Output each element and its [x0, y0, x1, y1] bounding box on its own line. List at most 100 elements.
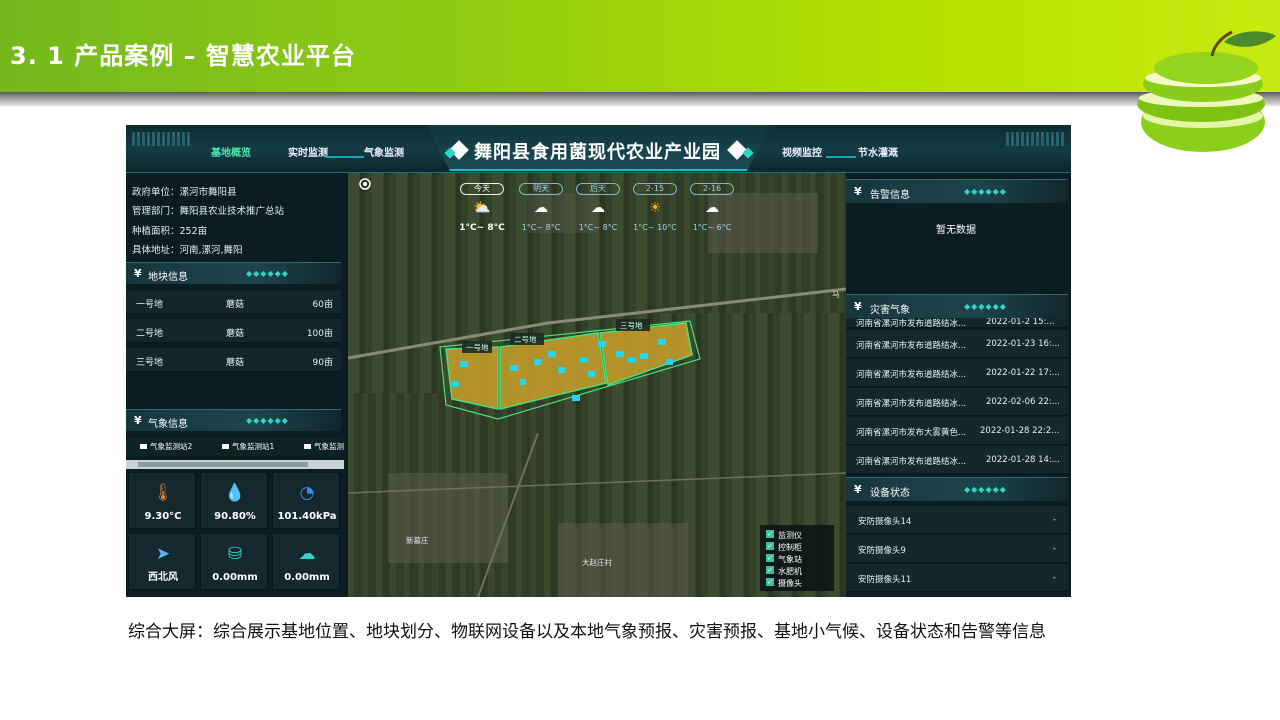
forecast-2-16[interactable]: 2-16 ☁ 1°C~ 6°C: [686, 183, 738, 235]
device-section-header: ¥ 设备状态 ◆◆◆◆◆◆: [846, 477, 1068, 501]
legend-weather-station[interactable]: 气象站: [766, 554, 802, 565]
forecast-day: 今天: [460, 183, 504, 195]
table-row[interactable]: 二号地 蘑菇 100亩: [126, 319, 341, 343]
forecast-temp: 1°C~ 6°C: [692, 223, 732, 232]
header-band: 3. 1 产品案例 – 智慧农业平台: [0, 0, 1280, 92]
map-legend: 监测仪 控制柜 气象站 水肥机 摄像头: [760, 525, 834, 591]
list-item[interactable]: 河南省漯河市发布道路结冰... 2022-01-23 16:...: [846, 330, 1068, 358]
map-label-plot2: 二号地: [514, 335, 537, 344]
forecast-2-15[interactable]: 2-15 ☀ 1°C~ 10°C: [629, 183, 681, 235]
nav-realtime-monitor[interactable]: 实时监测: [288, 144, 328, 159]
topbar-decoration: [132, 132, 192, 146]
tab-station-1[interactable]: 气象监测站1: [222, 441, 274, 452]
list-item[interactable]: 河南省漯河市发布道路结冰... 2022-01-22 17:...: [846, 359, 1068, 387]
forecast-today[interactable]: 今天 ⛅ 1°C~ 8°C: [456, 183, 508, 235]
wind-direction-icon: ➤: [155, 544, 171, 564]
thermometer-icon: 🌡: [152, 483, 174, 503]
plots-section-title: 地块信息: [148, 272, 188, 283]
nav-water-irrigation[interactable]: 节水灌溉: [858, 144, 898, 159]
reading-value: 0.00mm: [212, 572, 258, 583]
plot-name: 二号地: [136, 329, 164, 339]
reading-value: 西北风: [148, 572, 178, 583]
info-department: 管理部门：舞阳县农业技术推广总站: [132, 206, 285, 217]
dashboard-screenshot: 基地概览 实时监测 气象监测 舞阳县食用菌现代农业产业园 视频监控 节水灌溉 政…: [126, 125, 1071, 597]
map-label-plot3: 三号地: [620, 321, 643, 330]
device-name: 安防摄像头9: [858, 546, 906, 556]
forecast-day: 2-16: [690, 183, 734, 195]
forecast-temp: 1°C~ 10°C: [633, 223, 677, 232]
rain-gauge-icon: ⛁: [227, 544, 243, 564]
plots-section-header: ¥ 地块信息 ◆◆◆◆◆◆: [126, 262, 341, 284]
apple-icon: [1137, 30, 1276, 152]
snow-icon: ☁: [705, 200, 719, 216]
satellite-map[interactable]: 一号地 二号地 三号地 新墓庄 大赵庄村 马 今天 ⛅ 1°C~ 8°C 明天 …: [348, 173, 846, 597]
scrollbar-thumb[interactable]: [138, 462, 308, 467]
legend-camera[interactable]: 摄像头: [766, 578, 802, 589]
forecast-tomorrow[interactable]: 明天 ☁ 1°C~ 8°C: [515, 183, 567, 235]
disaster-section-title: 灾害气象: [870, 305, 910, 316]
list-item[interactable]: 河南省漯河市发布道路结冰... 2022-02-06 22:...: [846, 388, 1068, 416]
left-panel: 政府单位：漯河市舞阳县 管理部门：舞阳县农业技术推广总站 种植面积：252亩 具…: [126, 173, 348, 597]
pressure-icon: ◔: [299, 483, 315, 503]
disaster-section-header: ¥ 灾害气象 ◆◆◆◆◆◆: [846, 294, 1068, 318]
forecast-day: 后天: [576, 183, 620, 195]
device-section-title: 设备状态: [870, 488, 910, 499]
legend-fertigation[interactable]: 水肥机: [766, 566, 802, 577]
reading-humidity: 💧 90.80%: [200, 472, 268, 529]
topbar-decoration: [1006, 132, 1064, 146]
reading-rainfall: ☁ 0.00mm: [272, 533, 340, 590]
list-item[interactable]: 河南省漯河市发布道路结冰... 2022-01-2 15:...: [846, 318, 1068, 328]
device-name: 安防摄像头11: [858, 575, 912, 585]
list-item[interactable]: 河南省漯河市发布大雾黄色... 2022-01-28 22:2...: [846, 417, 1068, 445]
tab-station-2[interactable]: 气象监测站2: [140, 441, 192, 452]
horizontal-scrollbar[interactable]: [126, 460, 344, 469]
reading-value: 101.40kPa: [277, 511, 337, 522]
right-panel: ¥ 告警信息 ◆◆◆◆◆◆ 暂无数据 ¥ 灾害气象 ◆◆◆◆◆◆ 河南省漯河市发…: [846, 173, 1071, 597]
table-row[interactable]: 三号地 蘑菇 90亩: [126, 348, 341, 372]
map-label-village: 大赵庄村: [582, 558, 612, 567]
nav-video-monitor[interactable]: 视频监控: [782, 144, 822, 159]
disaster-time: 2022-01-28 22:2...: [980, 426, 1060, 436]
legend-monitor[interactable]: 监测仪: [766, 530, 802, 541]
plot-crop: 蘑菇: [226, 358, 245, 368]
plot-area: 60亩: [312, 300, 333, 310]
reading-value: 0.00mm: [284, 572, 330, 583]
slide-title: 3. 1 产品案例 – 智慧农业平台: [10, 42, 356, 70]
nav-base-overview[interactable]: 基地概览: [211, 144, 251, 159]
forecast-day: 明天: [519, 183, 563, 195]
list-item[interactable]: 安防摄像头14 -: [846, 506, 1068, 534]
wheat-icon: ¥: [854, 300, 862, 313]
tab-station-3[interactable]: 气象监测: [304, 441, 344, 452]
dashboard-topbar: 基地概览 实时监测 气象监测 舞阳县食用菌现代农业产业园 视频监控 节水灌溉: [126, 125, 1071, 173]
list-item[interactable]: 河南省漯河市发布道路结冰... 2022-01-28 14:...: [846, 446, 1068, 474]
wheat-icon: ¥: [134, 414, 142, 427]
plot-crop: 蘑菇: [226, 329, 245, 339]
reading-value: 9.30°C: [144, 511, 182, 522]
table-row[interactable]: 一号地 蘑菇 60亩: [126, 290, 341, 314]
reading-pressure: ◔ 101.40kPa: [272, 472, 340, 529]
forecast-temp: 1°C~ 8°C: [521, 223, 561, 232]
legend-control-cabinet[interactable]: 控制柜: [766, 542, 802, 553]
partly-cloudy-icon: ⛅: [473, 200, 491, 216]
forecast-day-after[interactable]: 后天 ☁ 1°C~ 8°C: [572, 183, 624, 235]
device-status: -: [1052, 573, 1056, 583]
nav-underline: [326, 156, 364, 158]
sunny-icon: ☀: [648, 200, 662, 216]
header-shadow: [0, 92, 1280, 106]
nav-weather-monitor[interactable]: 气象监测: [364, 144, 404, 159]
decorative-dots: ◆◆◆◆◆◆: [964, 302, 1007, 311]
weather-section-title: 气象信息: [148, 419, 188, 430]
slide-caption: 综合大屏：综合展示基地位置、地块划分、物联网设备以及本地气象预报、灾害预报、基地…: [128, 622, 1046, 642]
forecast-day: 2-15: [633, 183, 677, 195]
disaster-text: 河南省漯河市发布道路结冰...: [856, 341, 967, 351]
info-area: 种植面积：252亩: [132, 226, 208, 237]
disaster-time: 2022-01-23 16:...: [986, 339, 1060, 349]
list-item[interactable]: 安防摄像头11 -: [846, 564, 1068, 592]
map-label-road: 马: [832, 290, 840, 299]
wheat-icon: ¥: [134, 267, 142, 280]
station-tabs: 气象监测站2 气象监测站1 气象监测: [126, 438, 344, 456]
disaster-time: 2022-01-2 15:...: [986, 318, 1055, 327]
list-item[interactable]: 安防摄像头9 -: [846, 535, 1068, 563]
decorative-dots: ◆◆◆◆◆◆: [246, 416, 289, 425]
forecast-temp: 1°C~ 8°C: [578, 223, 618, 232]
